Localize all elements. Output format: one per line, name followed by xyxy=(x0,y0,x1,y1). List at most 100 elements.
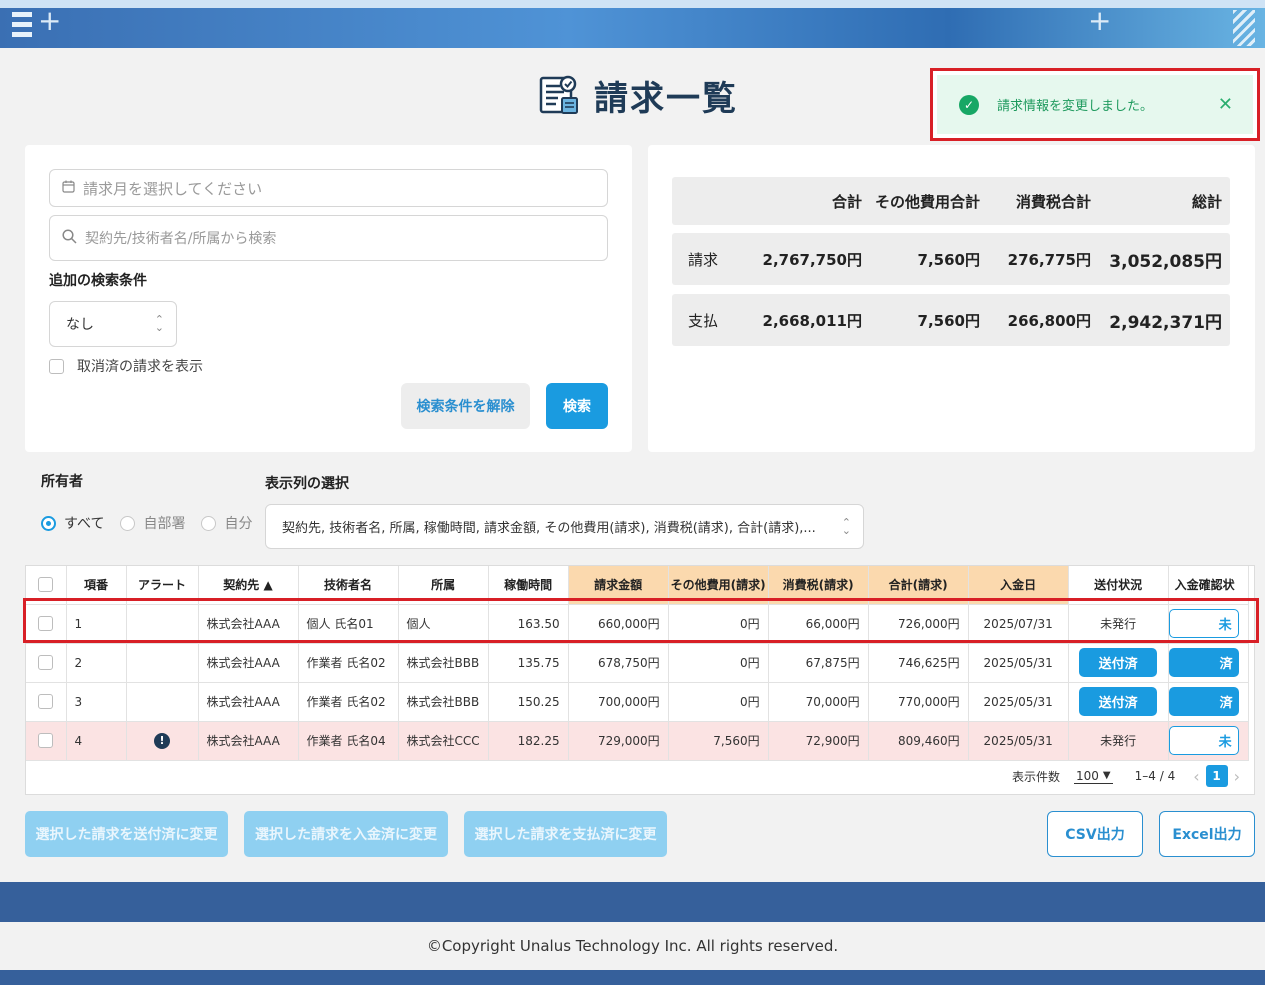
page-title: 請求一覧 xyxy=(538,70,738,120)
sent-status-button[interactable]: 送付済 xyxy=(1079,687,1158,716)
cell-hours: 182.25 xyxy=(488,721,569,761)
table-row-alert[interactable]: 4 ! 株式会社AAA 作業者 氏名04 株式会社CCC 182.25 729,… xyxy=(26,721,1249,761)
cell-client: 株式会社AAA xyxy=(198,643,299,683)
cell-tax: 67,875円 xyxy=(768,643,869,683)
cell-org: 株式会社BBB xyxy=(398,643,489,683)
summary-grand: 3,052,085円 xyxy=(1109,251,1222,272)
plus-decoration-icon: + xyxy=(1088,4,1112,37)
row-checkbox[interactable] xyxy=(38,733,54,748)
row-checkbox[interactable] xyxy=(38,694,54,709)
extra-condition-label: 追加の検索条件 xyxy=(49,273,147,289)
radio-icon xyxy=(201,515,217,531)
row-checkbox[interactable] xyxy=(38,655,54,670)
columns-select-value: 契約先, 技術者名, 所属, 稼働時間, 請求金額, その他費用(請求), 消費… xyxy=(282,521,816,536)
summary-header-total: 合計 xyxy=(831,192,862,211)
toast-message: 請求情報を変更しました。 xyxy=(997,99,1154,114)
owner-radio-group: すべて 自部署 自分 xyxy=(41,513,268,533)
cell-total: 809,460円 xyxy=(868,721,969,761)
csv-export-button[interactable]: CSV出力 xyxy=(1047,811,1143,857)
next-page-icon[interactable]: › xyxy=(1234,767,1240,786)
cell-total: 770,000円 xyxy=(868,682,969,722)
page-button-current[interactable]: 1 xyxy=(1205,765,1228,787)
close-icon[interactable]: ✕ xyxy=(1218,94,1233,115)
cell-tax: 72,900円 xyxy=(768,721,869,761)
summary-row-label: 支払 xyxy=(688,311,719,330)
keyword-search-placeholder: 契約先/技術者名/所属から検索 xyxy=(85,231,277,247)
table-row[interactable]: 3 株式会社AAA 作業者 氏名02 株式会社BBB 150.25 700,00… xyxy=(26,682,1249,722)
cell-other: 0円 xyxy=(668,643,769,683)
billing-month-picker[interactable]: 請求月を選択してください xyxy=(49,169,608,207)
cell-alert: ! xyxy=(126,721,199,761)
cell-other: 7,560円 xyxy=(668,721,769,761)
cell-no: 2 xyxy=(66,643,127,683)
cell-client: 株式会社AAA xyxy=(198,721,299,761)
columns-select-label: 表示列の選択 xyxy=(265,476,349,492)
extra-condition-value: なし xyxy=(66,317,94,333)
cell-other: 0円 xyxy=(668,682,769,722)
payment-pending-button[interactable]: 未 xyxy=(1168,726,1239,755)
summary-row-payment: 支払 2,668,011円 7,560円 266,800円 2,942,371円 xyxy=(672,294,1230,346)
chevron-updown-icon: ⌃ ⌄ xyxy=(841,515,851,537)
cell-org: 株式会社BBB xyxy=(398,682,489,722)
cell-no: 4 xyxy=(66,721,127,761)
cell-amount: 678,750円 xyxy=(568,643,669,683)
search-button[interactable]: 検索 xyxy=(546,383,608,429)
check-circle-icon: ✓ xyxy=(959,94,979,115)
owner-label: 所有者 xyxy=(41,474,83,490)
row-highlight-frame xyxy=(23,598,1259,643)
cell-client: 株式会社AAA xyxy=(198,682,299,722)
cell-engineer: 作業者 氏名02 xyxy=(298,682,399,722)
payment-done-button[interactable]: 済 xyxy=(1168,687,1239,716)
excel-export-button[interactable]: Excel出力 xyxy=(1159,811,1255,857)
owner-option-self[interactable]: 自分 xyxy=(201,513,252,533)
cell-alert xyxy=(126,643,199,683)
select-all-checkbox[interactable] xyxy=(38,577,54,593)
cell-hours: 150.25 xyxy=(488,682,569,722)
hamburger-icon[interactable] xyxy=(12,12,32,42)
summary-panel: 合計 その他費用合計 消費税合計 総計 請求 2,767,750円 7,560円… xyxy=(648,145,1255,452)
footer: ©Copyright Unalus Technology Inc. All ri… xyxy=(0,922,1265,970)
owner-option-department[interactable]: 自部署 xyxy=(120,513,185,533)
radio-selected-icon xyxy=(41,515,56,531)
mark-sent-button[interactable]: 選択した請求を送付済に変更 xyxy=(25,811,228,857)
keyword-search-input[interactable]: 契約先/技術者名/所属から検索 xyxy=(49,215,608,261)
summary-total: 2,767,750円 xyxy=(762,250,862,269)
row-select-cell xyxy=(26,721,67,761)
payment-done-button[interactable]: 済 xyxy=(1168,648,1239,677)
show-cancelled-checkbox[interactable] xyxy=(49,358,64,374)
plus-decoration-icon: + xyxy=(38,4,62,37)
summary-grand: 2,942,371円 xyxy=(1109,312,1222,333)
cell-send-status: 未発行 xyxy=(1068,721,1169,761)
cell-no: 3 xyxy=(66,682,127,722)
mark-paid-button[interactable]: 選択した請求を支払済に変更 xyxy=(464,811,667,857)
per-page-select[interactable]: 100 ▼ xyxy=(1074,769,1113,784)
summary-other: 7,560円 xyxy=(917,250,980,269)
owner-option-label: 自部署 xyxy=(143,516,186,532)
billing-month-placeholder: 請求月を選択してください xyxy=(83,179,263,198)
per-page-label: 表示件数 xyxy=(1012,769,1061,784)
cell-payment: 済 xyxy=(1168,682,1249,722)
prev-page-icon[interactable]: ‹ xyxy=(1193,767,1199,786)
page-range: 1–4 / 4 xyxy=(1134,769,1176,783)
summary-header-row: 合計 その他費用合計 消費税合計 総計 xyxy=(672,177,1230,225)
extra-condition-select[interactable]: なし ⌃ ⌄ xyxy=(49,301,177,347)
calendar-icon xyxy=(62,180,75,197)
columns-select[interactable]: 契約先, 技術者名, 所属, 稼働時間, 請求金額, その他費用(請求), 消費… xyxy=(265,504,864,549)
search-panel: 請求月を選択してください 契約先/技術者名/所属から検索 追加の検索条件 なし … xyxy=(25,145,632,452)
exclamation-icon[interactable]: ! xyxy=(154,732,170,749)
mark-received-button[interactable]: 選択した請求を入金済に変更 xyxy=(244,811,448,857)
stripe-decoration xyxy=(1233,10,1255,46)
invoice-document-icon xyxy=(539,75,578,114)
clear-conditions-button[interactable]: 検索条件を解除 xyxy=(401,383,530,429)
summary-header-grand: 総計 xyxy=(1191,192,1222,211)
owner-option-all[interactable]: すべて xyxy=(41,513,104,533)
cell-amount: 729,000円 xyxy=(568,721,669,761)
summary-row-billing: 請求 2,767,750円 7,560円 276,775円 3,052,085円 xyxy=(672,233,1230,285)
cell-paid-date: 2025/05/31 xyxy=(968,721,1069,761)
cell-paid-date: 2025/05/31 xyxy=(968,643,1069,683)
sent-status-button[interactable]: 送付済 xyxy=(1079,648,1158,677)
cell-total: 746,625円 xyxy=(868,643,969,683)
table-row[interactable]: 2 株式会社AAA 作業者 氏名02 株式会社BBB 135.75 678,75… xyxy=(26,643,1249,683)
cell-payment: 未 xyxy=(1168,721,1249,761)
cell-send-status: 送付済 xyxy=(1068,643,1169,683)
